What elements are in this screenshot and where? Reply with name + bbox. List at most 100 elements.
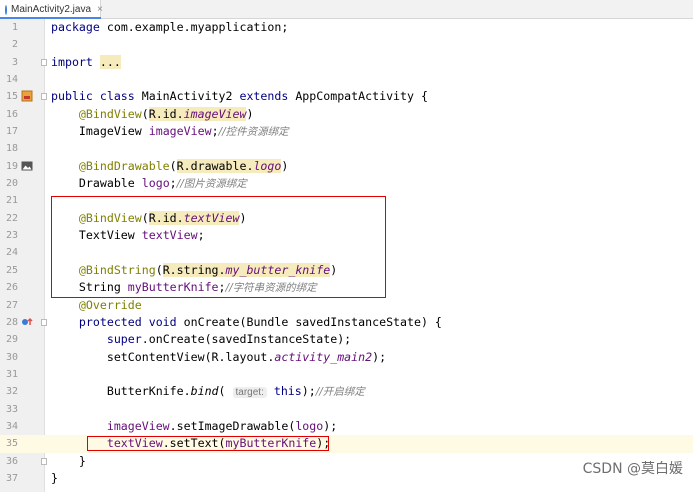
java-class-icon <box>5 4 7 15</box>
tab-label: MainActivity2.java <box>11 4 92 15</box>
code-token: myButterKnife <box>127 280 219 295</box>
line-number: 17 <box>5 126 18 138</box>
line-number: 34 <box>5 420 18 432</box>
code-token: } <box>78 453 86 468</box>
code-token: imageView <box>106 418 170 433</box>
code-comment: //控件资源绑定 <box>218 126 289 139</box>
code-line: 29 super.onCreate(savedInstanceState); <box>0 331 693 348</box>
line-number: 24 <box>5 247 18 259</box>
code-token: ); <box>372 349 387 364</box>
code-token: super <box>106 332 142 347</box>
code-line: 24 <box>0 244 693 261</box>
code-token: imageView <box>183 106 247 121</box>
code-token: my_butter_knife <box>225 262 331 277</box>
line-number: 32 <box>5 386 18 398</box>
code-line: 2 <box>0 36 693 53</box>
code-token: TextView <box>78 228 142 243</box>
code-line: 3 import ... <box>0 54 693 71</box>
code-token: textView <box>183 210 240 225</box>
code-line: 30 setContentView(R.layout.activity_main… <box>0 349 693 366</box>
code-token: extends <box>239 89 289 104</box>
image-resource-icon[interactable] <box>21 160 33 172</box>
code-editor[interactable]: 1 package com.example.myapplication; 2 3 i… <box>0 19 693 487</box>
code-token: textView <box>106 436 163 451</box>
code-token: logo <box>253 158 282 173</box>
line-number: 3 <box>11 56 18 68</box>
code-token: R.id. <box>148 106 184 121</box>
line-number: 20 <box>5 178 18 190</box>
line-number: 36 <box>5 455 18 467</box>
code-token: AppCompatActivity { <box>288 89 428 104</box>
fold-icon[interactable] <box>41 58 47 66</box>
code-line: 22 @BindView(R.id.textView) <box>0 210 693 227</box>
code-token: ); <box>323 418 338 433</box>
line-number: 28 <box>5 316 18 328</box>
line-number: 27 <box>5 299 18 311</box>
override-method-icon[interactable] <box>21 316 33 328</box>
fold-icon[interactable] <box>41 93 47 101</box>
code-token: @BindView <box>78 106 142 121</box>
code-token: MainActivity2 <box>134 89 240 104</box>
layout-file-icon[interactable] <box>21 90 33 102</box>
code-token: package <box>51 20 100 34</box>
code-token: ImageView <box>78 124 149 139</box>
code-token: onCreate <box>176 314 240 329</box>
line-number: 16 <box>5 108 18 120</box>
code-token: imageView <box>148 124 212 139</box>
code-token: protected void <box>78 314 177 329</box>
code-line: 15 public class MainActivity2 extends App… <box>0 88 693 105</box>
code-line: 17 ImageView imageView;//控件资源绑定 <box>0 123 693 140</box>
code-token: } <box>51 470 58 485</box>
code-token: R.string. <box>162 262 226 277</box>
code-token: R.drawable. <box>176 158 254 173</box>
code-line: 26 String myButterKnife;//字符串资源的绑定 <box>0 279 693 296</box>
code-line: 21 <box>0 192 693 209</box>
parameter-hint: target: <box>232 387 267 399</box>
line-number: 14 <box>5 74 18 86</box>
code-line: 20 Drawable logo;//图片资源绑定 <box>0 175 693 192</box>
code-token: R.id. <box>148 210 184 225</box>
close-icon[interactable]: × <box>97 4 103 15</box>
line-number: 22 <box>5 212 18 224</box>
code-token: activity_main2 <box>274 349 373 364</box>
code-token: @BindDrawable <box>78 158 170 173</box>
line-number: 37 <box>5 472 18 484</box>
code-line: 34 imageView.setImageDrawable(logo); <box>0 418 693 435</box>
fold-icon[interactable] <box>41 318 47 326</box>
code-comment: //字符串资源的绑定 <box>225 282 317 295</box>
code-token: public class <box>51 89 135 104</box>
code-line: 33 <box>0 401 693 418</box>
code-token: @BindString <box>78 262 156 277</box>
line-number: 1 <box>11 22 18 33</box>
code-token: this <box>273 384 302 399</box>
code-token: @Override <box>78 297 142 312</box>
line-number: 30 <box>5 351 18 363</box>
code-token: bind <box>190 384 219 399</box>
line-number: 25 <box>5 264 18 276</box>
code-line: 18 <box>0 140 693 157</box>
code-comment: //开启绑定 <box>315 386 365 399</box>
code-token: .onCreate(savedInstanceState); <box>141 332 352 347</box>
code-token: String <box>78 280 128 295</box>
editor-tab-bar: MainActivity2.java × <box>0 0 693 19</box>
fold-icon[interactable] <box>41 457 47 465</box>
line-number: 29 <box>5 334 18 346</box>
line-number: 18 <box>5 143 18 155</box>
watermark-text: CSDN @莫白媛 <box>582 461 683 477</box>
folded-imports[interactable]: ... <box>99 54 121 69</box>
code-token: textView <box>141 228 198 243</box>
code-token: import <box>51 54 93 69</box>
code-comment: //图片资源绑定 <box>176 178 247 191</box>
code-line: 14 <box>0 71 693 88</box>
line-number: 15 <box>5 91 18 103</box>
tab-mainactivity2[interactable]: MainActivity2.java × <box>0 0 103 19</box>
line-number: 35 <box>5 438 18 450</box>
code-token: @BindView <box>78 210 142 225</box>
code-token: com.example.myapplication; <box>99 20 289 34</box>
line-number: 21 <box>5 195 18 207</box>
code-line: 32 ButterKnife.bind( target: this);//开启绑… <box>0 383 693 400</box>
line-number: 2 <box>11 39 18 51</box>
code-token: myButterKnife <box>225 436 317 451</box>
code-line: 23 TextView textView; <box>0 227 693 244</box>
line-number: 23 <box>5 230 18 242</box>
